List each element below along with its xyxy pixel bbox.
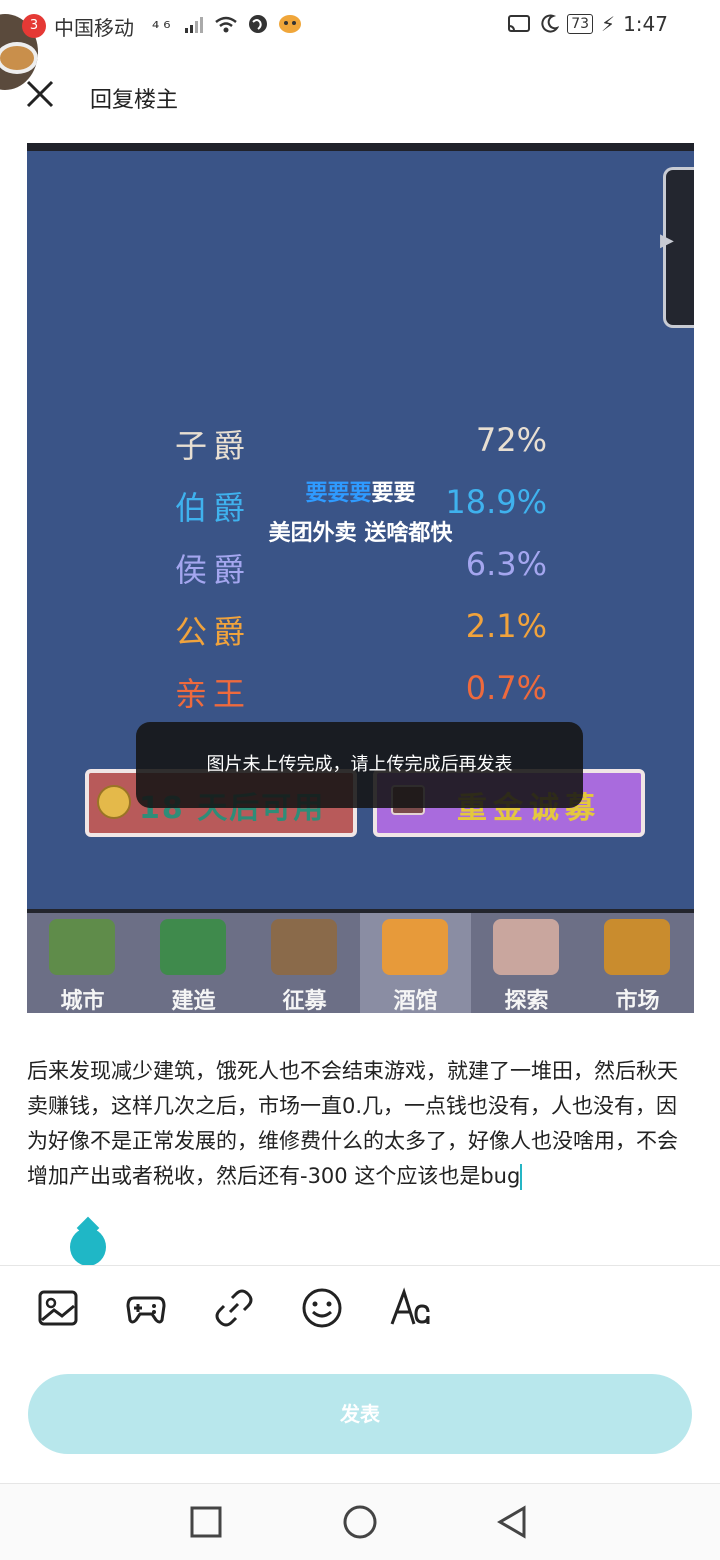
text-format-icon[interactable]: [388, 1286, 432, 1330]
nav-label: 征募: [282, 989, 327, 1013]
charging-icon: ⚡: [601, 12, 616, 36]
text-cursor: [520, 1164, 523, 1190]
image-top-edge: [27, 143, 694, 151]
close-icon[interactable]: [24, 78, 56, 110]
link-icon[interactable]: [212, 1286, 256, 1330]
globe-icon: [248, 15, 267, 33]
nav-label: 建造: [171, 989, 216, 1013]
back-icon[interactable]: [494, 1504, 530, 1540]
emoji-icon[interactable]: [300, 1286, 344, 1330]
game-nav-explore: 探索: [471, 913, 582, 1013]
post-text: 后来发现减少建筑，饿死人也不会结束游戏，就建了一堆田，然后秋天卖赚钱，这样几次之…: [27, 1059, 678, 1188]
post-content-input[interactable]: 后来发现减少建筑，饿死人也不会结束游戏，就建了一堆田，然后秋天卖赚钱，这样几次之…: [27, 1054, 697, 1194]
game-nav-build: 建造: [138, 913, 249, 1013]
ad-line2: 美团外卖 送啥都快: [268, 521, 453, 546]
rank-percent: 72%: [475, 421, 547, 459]
divider: [0, 1265, 720, 1266]
ad-line1: 要要要要要: [27, 475, 694, 507]
network-type: ⁴⁶: [152, 18, 175, 39]
status-bar: 3 中国移动 ⁴⁶ 73 ⚡ 1:47: [0, 0, 720, 90]
game-nav-city: 城市: [27, 913, 138, 1013]
game-nav-strip: 城市 建造 征募 酒馆 探索 市场: [27, 909, 694, 1013]
beer-mug-icon: [382, 919, 448, 975]
rank-name: 侯爵: [175, 551, 252, 589]
rank-name: 公爵: [175, 613, 252, 651]
notification-badge: 3: [22, 14, 46, 38]
rank-name: 子爵: [175, 427, 252, 465]
signal-wifi-icons: ⁴⁶: [152, 12, 303, 39]
rank-percent: 0.7%: [465, 669, 547, 707]
publish-button[interactable]: 发表: [28, 1374, 692, 1454]
sword-shield-icon: [271, 919, 337, 975]
nav-label: 市场: [615, 989, 660, 1013]
coin-icon: [97, 785, 131, 819]
shovel-icon: [160, 919, 226, 975]
page-title: 回复楼主: [90, 88, 179, 113]
ad-overlay-text: 要要要要要 美团外卖 送啥都快: [27, 475, 694, 547]
wifi-icon: [215, 16, 237, 33]
moon-icon: [541, 14, 560, 33]
rank-percent: 2.1%: [465, 607, 547, 645]
editor-toolbar: [0, 1276, 720, 1340]
system-nav-bar: [0, 1484, 720, 1560]
city-icon: [49, 919, 115, 975]
nav-label: 酒馆: [393, 989, 438, 1013]
app-notification-icon: [279, 15, 302, 33]
game-nav-tavern: 酒馆: [360, 913, 471, 1013]
cursor-handle-icon[interactable]: [70, 1228, 106, 1266]
home-icon[interactable]: [342, 1504, 378, 1540]
nav-label: 探索: [504, 989, 549, 1013]
scales-icon: [604, 919, 670, 975]
upload-toast: 图片未上传完成，请上传完成后再发表: [136, 722, 583, 808]
map-icon: [493, 919, 559, 975]
signal-icon: [185, 17, 204, 33]
cast-icon: [508, 15, 531, 32]
side-panel-tab: [660, 167, 694, 328]
ad-highlight: 要要要: [305, 481, 372, 506]
image-icon[interactable]: [36, 1286, 80, 1330]
rank-row: 公爵 2.1%: [175, 607, 547, 669]
attached-image-preview[interactable]: 子爵 72% 伯爵 18.9% 侯爵 6.3% 公爵 2.1% 亲王 0.7% …: [27, 143, 694, 1013]
battery-level: 73: [567, 14, 594, 34]
rank-name: 亲王: [175, 675, 252, 713]
game-nav-recruit: 征募: [249, 913, 360, 1013]
rank-row: 子爵 72%: [175, 421, 547, 483]
reply-header: 回复楼主: [0, 60, 720, 130]
clock: 1:47: [623, 12, 668, 36]
recent-apps-icon[interactable]: [188, 1504, 224, 1540]
game-nav-market: 市场: [582, 913, 693, 1013]
rank-percent: 6.3%: [465, 545, 547, 583]
status-right: 73 ⚡ 1:47: [507, 12, 668, 36]
ad-rest: 要要: [371, 481, 416, 506]
nav-label: 城市: [60, 989, 105, 1013]
carrier-name: 中国移动: [54, 16, 134, 40]
rank-list: 子爵 72% 伯爵 18.9% 侯爵 6.3% 公爵 2.1% 亲王 0.7%: [175, 421, 547, 731]
gamepad-icon[interactable]: [124, 1286, 168, 1330]
rank-row: 侯爵 6.3%: [175, 545, 547, 607]
